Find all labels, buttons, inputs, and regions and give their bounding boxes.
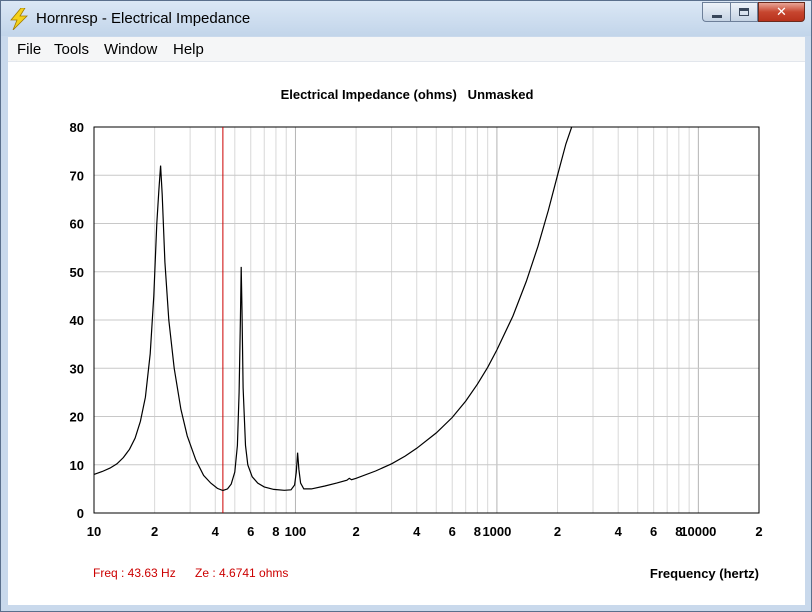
window-title: Hornresp - Electrical Impedance <box>36 10 251 27</box>
chart-title: Electrical Impedance (ohms) Unmasked <box>281 87 534 102</box>
y-tick-label: 60 <box>70 217 84 232</box>
impedance-chart[interactable]: 01020304050607080 10 2 4 6 8 100 2 4 6 8 1000 2 4 6 81… <box>8 62 805 605</box>
x-tick-label: 10000 <box>680 524 716 539</box>
chart-area[interactable]: 0 10 20 30 40 50 60 70 80 10 2 4 6 8 100 2 4 6 8 1000 2 4 6 8 1… <box>8 62 805 605</box>
x-tick-label: 8 <box>272 524 279 539</box>
y-tick-label: 10 <box>70 458 84 473</box>
menu-tools[interactable]: Tools <box>54 41 89 58</box>
y-tick-label: 70 <box>70 168 84 183</box>
x-tick-label: 6 <box>449 524 456 539</box>
minimize-icon <box>711 14 722 18</box>
y-tick-label: 50 <box>70 265 84 280</box>
y-tick-label: 40 <box>70 313 84 328</box>
impedance-curve <box>93 126 573 492</box>
maximize-icon <box>739 8 749 16</box>
impedance-readout: Ze : 4.6741 ohms <box>195 566 288 580</box>
y-axis-ticks: 0 10 20 30 40 50 60 70 80 <box>70 120 84 521</box>
app-window: Hornresp - Electrical Impedance ✕ File T… <box>0 0 812 612</box>
menu-help[interactable]: Help <box>173 41 204 58</box>
lightning-bolt-icon <box>10 8 28 30</box>
maximize-button[interactable] <box>730 2 758 22</box>
x-tick-label: 2 <box>352 524 359 539</box>
x-axis-label: Frequency (hertz) <box>650 566 759 581</box>
y-tick-label: 0 <box>77 506 84 521</box>
y-tick-label: 80 <box>70 120 84 135</box>
close-icon: ✕ <box>776 4 787 20</box>
y-tick-label: 20 <box>70 410 84 425</box>
x-tick-label: 2 <box>554 524 561 539</box>
minimize-button[interactable] <box>702 2 730 22</box>
menu-window[interactable]: Window <box>104 41 157 58</box>
x-tick-label: 2 <box>755 524 762 539</box>
x-tick-label: 100 <box>285 524 307 539</box>
freq-readout: Freq : 43.63 Hz <box>93 566 176 580</box>
x-tick-label: 4 <box>615 524 623 539</box>
y-tick-label: 30 <box>70 361 84 376</box>
close-button[interactable]: ✕ <box>758 2 805 22</box>
x-tick-label: 4 <box>212 524 220 539</box>
x-tick-label: 4 <box>413 524 421 539</box>
x-axis-ticks: 10 2 4 6 8 100 2 4 6 8 1000 2 4 6 810000 2 <box>87 524 763 539</box>
window-controls: ✕ <box>702 2 805 24</box>
x-tick-label: 2 <box>151 524 158 539</box>
x-tick-label: 1000 <box>482 524 511 539</box>
menu-file[interactable]: File <box>17 41 41 58</box>
x-tick-label: 6 <box>247 524 254 539</box>
x-tick-label: 6 <box>650 524 657 539</box>
x-tick-label: 10 <box>87 524 101 539</box>
title-bar[interactable]: Hornresp - Electrical Impedance ✕ <box>1 1 811 36</box>
menu-bar: File Tools Window Help <box>8 37 805 62</box>
x-tick-label: 8 <box>474 524 481 539</box>
